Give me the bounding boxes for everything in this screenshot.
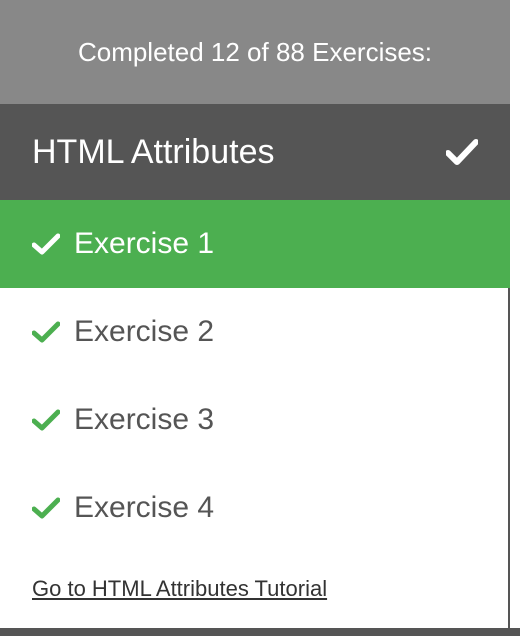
exercise-label: Exercise 2	[74, 315, 215, 348]
bottom-bar	[0, 628, 520, 636]
exercise-list: Exercise 1 Exercise 2 Exercise 3 Exercis…	[0, 200, 510, 552]
progress-text: Completed 12 of 88 Exercises:	[77, 36, 433, 67]
exercise-label: Exercise 4	[74, 491, 215, 524]
right-edge	[510, 0, 520, 636]
check-icon	[446, 139, 478, 165]
check-icon	[32, 231, 64, 257]
check-icon	[32, 495, 64, 521]
exercise-item-2[interactable]: Exercise 2	[0, 288, 510, 376]
tutorial-link[interactable]: Go to HTML Attributes Tutorial	[32, 576, 327, 602]
panel-border	[508, 288, 510, 628]
check-icon	[32, 407, 64, 433]
exercise-item-3[interactable]: Exercise 3	[0, 376, 510, 464]
exercise-panel: Completed 12 of 88 Exercises: HTML Attri…	[0, 0, 510, 636]
exercise-label: Exercise 1	[74, 227, 215, 260]
exercise-item-1[interactable]: Exercise 1	[0, 200, 510, 288]
section-header-html-attributes[interactable]: HTML Attributes	[0, 104, 510, 200]
exercise-label: Exercise 3	[74, 403, 215, 436]
progress-header: Completed 12 of 88 Exercises:	[0, 0, 510, 104]
section-title: HTML Attributes	[32, 132, 275, 171]
exercise-item-4[interactable]: Exercise 4	[0, 464, 510, 552]
check-icon	[32, 319, 64, 345]
